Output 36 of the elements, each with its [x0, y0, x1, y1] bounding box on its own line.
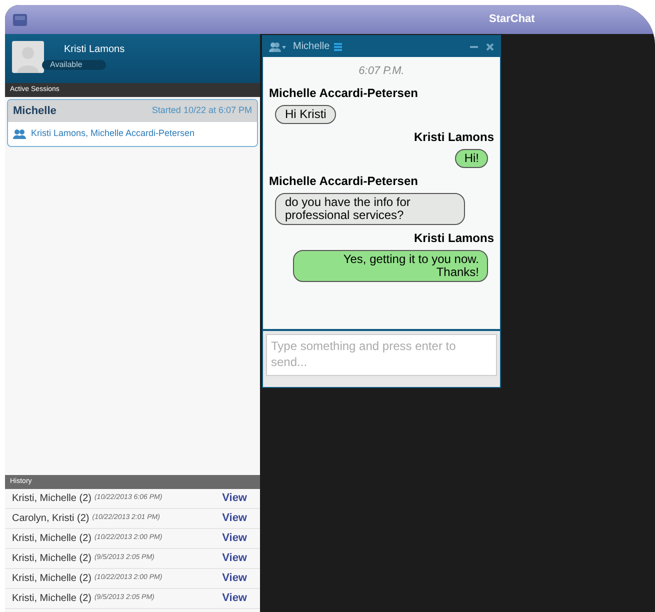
view-link[interactable]: View	[222, 510, 247, 527]
people-icon	[13, 129, 27, 139]
session-card[interactable]: Michelle Started 10/22 at 6:07 PM Kristi Lamons, Michelle Accardi-Petersen	[7, 99, 258, 147]
view-link[interactable]: View	[222, 570, 247, 587]
history-names: Carolyn, Kristi (2)	[12, 512, 90, 526]
inbox-icon[interactable]	[13, 14, 27, 26]
history-names: Kristi, Michelle (2)	[12, 492, 92, 506]
view-link[interactable]: View	[222, 490, 247, 507]
window-title: StarChat	[489, 12, 535, 28]
message-bubble: Yes, getting it to you now. Thanks!	[293, 250, 488, 282]
people-dropdown-icon[interactable]	[269, 42, 287, 52]
list-icon[interactable]	[334, 42, 342, 51]
sender-name: Michelle Accardi-Petersen	[269, 172, 418, 190]
view-link[interactable]: View	[222, 590, 247, 607]
history-names: Kristi, Michelle (2)	[12, 572, 92, 586]
message-input[interactable]: Type something and press enter to send...	[266, 334, 497, 376]
status-pill[interactable]: Available	[42, 60, 106, 70]
session-start-time: Started 10/22 at 6:07 PM	[152, 104, 252, 118]
history-names: Kristi, Michelle (2)	[12, 532, 92, 546]
history-names: Kristi, Michelle (2)	[12, 592, 92, 606]
message-bubble: Hi!	[455, 148, 488, 168]
session-participants: Kristi Lamons, Michelle Accardi-Petersen	[31, 127, 195, 140]
message-bubble: do you have the info for professional services?	[275, 192, 465, 225]
sender-name: Kristi Lamons	[414, 230, 494, 247]
view-link[interactable]: View	[222, 530, 247, 547]
message-bubble: Hi Kristi	[275, 104, 336, 124]
close-icon[interactable]	[486, 42, 494, 51]
session-name: Michelle	[13, 104, 56, 119]
sender-name: Kristi Lamons	[414, 128, 494, 146]
timestamp: 6:07 P.M.	[358, 64, 404, 80]
chat-title: Michelle	[293, 40, 330, 54]
view-link[interactable]: View	[222, 550, 247, 567]
avatar-silhouette	[12, 41, 44, 73]
user-name: Kristi Lamons	[64, 43, 125, 57]
history-names: Kristi, Michelle (2)	[12, 552, 92, 566]
sender-name: Michelle Accardi-Petersen	[269, 84, 418, 102]
